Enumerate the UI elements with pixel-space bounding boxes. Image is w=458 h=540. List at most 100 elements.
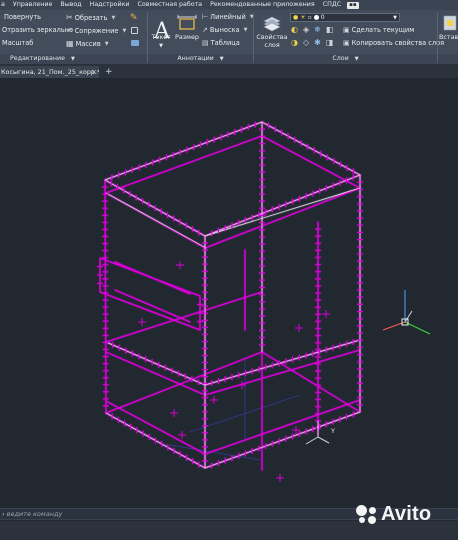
menu-item-spds[interactable]: СПДС xyxy=(319,0,345,10)
point-markers xyxy=(138,261,330,482)
menu-bar: а Управление Вывод Надстройки Совместная… xyxy=(0,0,458,10)
chevron-down-icon: ▼ xyxy=(159,43,163,49)
insert-panel-footer xyxy=(438,54,458,64)
ribbon: Повернуть Отразить зеркально Масштаб ✂ О… xyxy=(0,10,458,64)
chevron-down-icon: ▼ xyxy=(70,56,75,62)
leader-label: Выноска xyxy=(209,26,240,34)
fillet-button[interactable]: ⌐ Сопряжение ▼ xyxy=(66,26,126,35)
pencil-icon: ✎ xyxy=(130,13,138,23)
chevron-down-icon: ▼ xyxy=(122,27,127,34)
menu-item-output[interactable]: Вывод xyxy=(56,0,85,10)
layer-properties-label-2: слоя xyxy=(264,41,280,49)
menu-item-addins[interactable]: Надстройки xyxy=(86,0,134,10)
dimension-button[interactable]: Размер xyxy=(175,33,199,41)
match-layer-button[interactable]: ▣ Копировать свойства слоя xyxy=(343,39,444,47)
mirror-button[interactable]: Отразить зеркально xyxy=(2,26,73,34)
table-label: Таблица xyxy=(210,39,240,47)
table-button[interactable]: ▤ Таблица xyxy=(202,39,240,47)
linear-button[interactable]: ⊢ Линейный ▼ xyxy=(202,13,254,21)
lock-icon: ▫ xyxy=(307,14,312,21)
array-icon: ▦ xyxy=(66,39,74,48)
layer-unlock-icon[interactable]: ◨ xyxy=(326,38,334,47)
layer-lock-icon[interactable]: ◧ xyxy=(326,25,334,34)
ucs-y-label: Y xyxy=(330,427,335,435)
chevron-down-icon: ▼ xyxy=(393,14,397,21)
trim-icon: ✂ xyxy=(66,13,73,22)
table-icon: ▤ xyxy=(202,39,209,47)
file-tab-title: Косыгина, 21_Пом._25_корр.* xyxy=(1,68,100,76)
leader-icon: ↗ xyxy=(202,26,208,34)
insert-label: Вставк xyxy=(439,33,458,41)
ucs-icon xyxy=(382,290,431,335)
file-tab[interactable]: Косыгина, 21_Пом._25_корр.* xyxy=(0,66,100,78)
match-layer-label: Копировать свойства слоя xyxy=(351,39,445,47)
drawing-canvas[interactable]: Y xyxy=(0,78,458,504)
insert-block-icon[interactable] xyxy=(441,14,458,32)
layers-panel-title: Слои xyxy=(332,55,349,62)
annotation-panel-footer[interactable]: Аннотации ▼ xyxy=(148,54,253,64)
modify-panel-title: Редактирование xyxy=(10,55,65,62)
rotate-button[interactable]: Повернуть xyxy=(2,13,41,21)
menu-item-featured-apps[interactable]: Рекомендованные приложения xyxy=(206,0,319,10)
annotation-panel-title: Аннотации xyxy=(177,55,214,62)
insert-button[interactable]: Вставк xyxy=(439,33,458,41)
text-button[interactable]: Текст ▼ xyxy=(151,33,171,50)
layer-on-icon[interactable]: ◑ xyxy=(291,38,298,47)
layer-color-swatch xyxy=(313,15,319,20)
autocad-window: а Управление Вывод Надстройки Совместная… xyxy=(0,0,458,540)
rotate-label: Повернуть xyxy=(4,13,42,21)
fillet-icon: ⌐ xyxy=(66,26,73,35)
menu-item-collaborate[interactable]: Совместная работа xyxy=(134,0,207,10)
text-label: Текст xyxy=(151,33,171,41)
layer-dropdown[interactable]: ● ☀ ▫ 0 ▼ xyxy=(290,13,400,22)
leader-button[interactable]: ↗ Выноска ▼ xyxy=(202,26,247,34)
layer-thaw-icon[interactable]: ✱ xyxy=(314,38,321,47)
scale-button[interactable]: Масштаб xyxy=(2,39,33,47)
layer-freeze-icon[interactable]: ❄ xyxy=(314,25,321,34)
dimension-icon[interactable] xyxy=(177,15,197,31)
chevron-down-icon: ▼ xyxy=(104,40,109,47)
layer-properties-button[interactable]: Свойства слоя xyxy=(256,33,288,49)
pencil-tool[interactable]: ✎ xyxy=(130,13,138,23)
dimension-label: Размер xyxy=(175,33,199,41)
layer-properties-icon[interactable] xyxy=(262,13,282,33)
avito-wordmark: Avito xyxy=(381,502,432,525)
layer-off-icon[interactable]: ◐ xyxy=(291,25,298,34)
chevron-down-icon: ▼ xyxy=(111,14,116,21)
linear-dimension-icon: ⊢ xyxy=(202,13,209,21)
trim-button[interactable]: ✂ Обрезать ▼ xyxy=(66,13,115,22)
close-icon[interactable]: × xyxy=(91,67,97,77)
layer-isolate-icon[interactable]: ◈ xyxy=(303,25,309,34)
layers-panel-footer[interactable]: Слои ▼ xyxy=(254,54,437,64)
scale-label: Масштаб xyxy=(2,39,34,47)
layer-properties-label: Свойства xyxy=(256,33,288,41)
avito-logo-icon xyxy=(356,504,378,524)
chevron-down-icon: ▼ xyxy=(354,56,359,62)
make-current-icon: ▣ xyxy=(343,26,350,34)
layer-unisolate-icon[interactable]: ◇ xyxy=(303,38,309,47)
command-prompt-text: ведите команду xyxy=(6,510,63,518)
linear-label: Линейный xyxy=(210,13,246,21)
chevron-down-icon: ▼ xyxy=(219,56,224,62)
mirror-label: Отразить зеркально xyxy=(2,26,74,34)
array-label: Массив xyxy=(75,39,101,48)
array-button[interactable]: ▦ Массив ▼ xyxy=(66,39,109,48)
stretch-tool[interactable] xyxy=(131,40,139,46)
layer-tools-row-2: ◑ ◇ ✱ ◨ xyxy=(291,38,333,47)
current-layer-name: 0 xyxy=(320,14,325,21)
stretch-icon xyxy=(131,40,139,46)
file-tab-bar: Косыгина, 21_Пом._25_корр.* × + xyxy=(0,64,458,78)
sun-icon: ☀ xyxy=(300,14,306,21)
make-current-button[interactable]: ▣ Сделать текущим xyxy=(343,26,414,34)
menu-item[interactable]: а xyxy=(0,0,9,10)
modify-panel-footer[interactable]: Редактирование ▼ xyxy=(0,54,147,64)
avito-watermark: Avito xyxy=(356,503,431,525)
trim-label: Обрезать xyxy=(74,13,108,22)
copy-icon xyxy=(131,27,138,34)
drawing-viewport[interactable]: Y xyxy=(0,78,458,504)
copy-tool[interactable] xyxy=(131,27,138,34)
menu-extra-badge[interactable]: ▪▪ xyxy=(347,1,359,9)
new-tab-button[interactable]: + xyxy=(105,67,113,77)
menu-item-manage[interactable]: Управление xyxy=(9,0,57,10)
cabinet-wireframe xyxy=(96,121,364,471)
